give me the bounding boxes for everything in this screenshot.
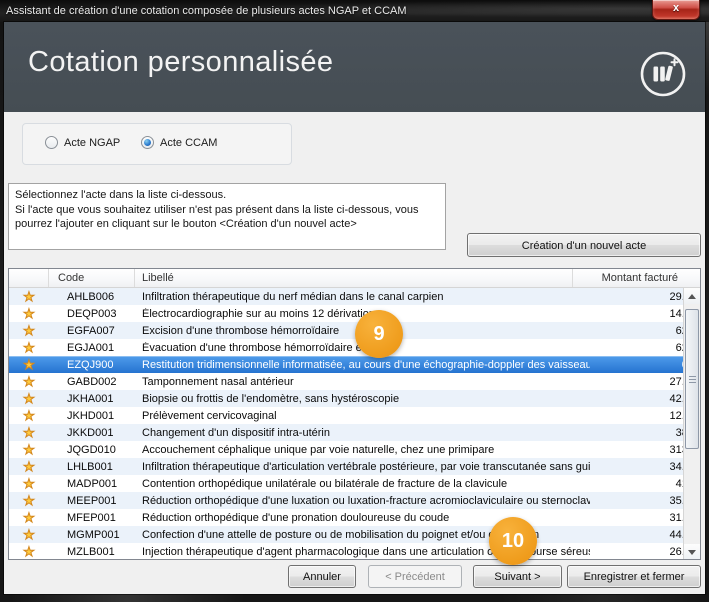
- table-row[interactable]: ★GABD002Tamponnement nasal antérieur27.7…: [9, 373, 700, 390]
- desktop-background: Assistant de création d'une cotation com…: [0, 0, 709, 602]
- favorite-star-icon[interactable]: ★: [9, 322, 49, 339]
- act-libelle: Prélèvement cervicovaginal: [135, 410, 590, 422]
- favorite-star-icon[interactable]: ★: [9, 373, 49, 390]
- table-row[interactable]: ★JKHD001Prélèvement cervicovaginal12.46: [9, 407, 700, 424]
- books-plus-icon: [639, 50, 687, 98]
- act-libelle: Tamponnement nasal antérieur: [135, 376, 590, 388]
- arrow-down-icon: [688, 550, 696, 555]
- act-code: AHLB006: [49, 291, 135, 303]
- table-header: Code Libellé Montant facturé: [9, 269, 700, 288]
- instructions-box: Sélectionnez l'acte dans la liste ci-des…: [8, 183, 446, 250]
- column-header-code[interactable]: Code: [49, 269, 135, 287]
- thumb-grip-icon: [689, 379, 696, 380]
- table-row[interactable]: ★MZLB001Injection thérapeutique d'agent …: [9, 543, 700, 560]
- table-row[interactable]: ★AHLB006Infiltration thérapeutique du ne…: [9, 288, 700, 305]
- act-libelle: Infiltration thérapeutique d'articulatio…: [135, 461, 590, 473]
- favorite-star-icon[interactable]: ★: [9, 356, 49, 373]
- table-row[interactable]: ★MADP001Contention orthopédique unilatér…: [9, 475, 700, 492]
- act-code: EGFA007: [49, 325, 135, 337]
- act-code: EGJA001: [49, 342, 135, 354]
- act-code: MADP001: [49, 478, 135, 490]
- favorite-star-icon[interactable]: ★: [9, 526, 49, 543]
- act-type-group: Acte NGAP Acte CCAM: [22, 123, 292, 165]
- dialog-body: Acte NGAP Acte CCAM Sélectionnez l'acte …: [4, 112, 705, 594]
- act-code: MEEP001: [49, 495, 135, 507]
- act-code: MFEP001: [49, 512, 135, 524]
- column-header-libelle[interactable]: Libellé: [135, 269, 573, 287]
- act-code: JKKD001: [49, 427, 135, 439]
- thumb-grip-icon: [689, 382, 696, 383]
- table-row[interactable]: ★MFEP001Réduction orthopédique d'une pro…: [9, 509, 700, 526]
- cancel-button[interactable]: Annuler: [288, 565, 356, 588]
- act-code: MGMP001: [49, 529, 135, 541]
- act-code: GABD002: [49, 376, 135, 388]
- table-row[interactable]: ★DEQP003Électrocardiographie sur au moin…: [9, 305, 700, 322]
- act-libelle: Restitution tridimensionnelle informatis…: [135, 359, 590, 371]
- table-row[interactable]: ★MEEP001Réduction orthopédique d'une lux…: [9, 492, 700, 509]
- instructions-line2: Si l'acte que vous souhaitez utiliser n'…: [15, 203, 439, 232]
- act-code: JQGD010: [49, 444, 135, 456]
- favorite-star-icon[interactable]: ★: [9, 305, 49, 322]
- table-row[interactable]: ★JQGD010Accouchement céphalique unique p…: [9, 441, 700, 458]
- radio-acte-ngap[interactable]: Acte NGAP: [45, 136, 120, 149]
- save-and-close-button[interactable]: Enregistrer et fermer: [567, 565, 701, 588]
- act-code: MZLB001: [49, 546, 135, 558]
- scrollbar-thumb[interactable]: [685, 309, 699, 449]
- scroll-down-button[interactable]: [684, 544, 700, 560]
- scroll-up-button[interactable]: [684, 288, 700, 304]
- favorite-star-icon[interactable]: ★: [9, 543, 49, 560]
- previous-button: < Précédent: [368, 565, 462, 588]
- dialog-header: Cotation personnalisée: [4, 22, 705, 112]
- table-row[interactable]: ★EZQJ900Restitution tridimensionnelle in…: [9, 356, 700, 373]
- radio-checked-icon[interactable]: [141, 136, 154, 149]
- act-libelle: Réduction orthopédique d'une luxation ou…: [135, 495, 590, 507]
- favorite-star-icon[interactable]: ★: [9, 492, 49, 509]
- favorite-star-icon[interactable]: ★: [9, 424, 49, 441]
- acts-table: Code Libellé Montant facturé ★AHLB006Inf…: [8, 268, 701, 560]
- table-row[interactable]: ★JKKD001Changement d'un dispositif intra…: [9, 424, 700, 441]
- annotation-badge-10: 10: [489, 517, 537, 565]
- act-code: LHLB001: [49, 461, 135, 473]
- table-row[interactable]: ★EGJA001Évacuation d'une thrombose hémor…: [9, 339, 700, 356]
- column-header-star[interactable]: [9, 269, 49, 287]
- vertical-scrollbar[interactable]: [683, 288, 700, 560]
- radio-acte-ccam-label: Acte CCAM: [160, 137, 217, 149]
- act-libelle: Contention orthopédique unilatérale ou b…: [135, 478, 590, 490]
- favorite-star-icon[interactable]: ★: [9, 339, 49, 356]
- page-title: Cotation personnalisée: [28, 46, 333, 79]
- close-button[interactable]: x: [652, 0, 700, 20]
- create-new-act-button[interactable]: Création d'un nouvel acte: [467, 233, 701, 257]
- favorite-star-icon[interactable]: ★: [9, 288, 49, 305]
- radio-unchecked-icon[interactable]: [45, 136, 58, 149]
- favorite-star-icon[interactable]: ★: [9, 390, 49, 407]
- arrow-up-icon: [688, 294, 696, 299]
- act-code: JKHD001: [49, 410, 135, 422]
- window-titlebar: Assistant de création d'une cotation com…: [0, 0, 709, 22]
- favorite-star-icon[interactable]: ★: [9, 475, 49, 492]
- table-row[interactable]: ★MGMP001Confection d'une attelle de post…: [9, 526, 700, 543]
- dialog-window: Cotation personnalisée Acte NGAP Acte CC…: [4, 22, 705, 594]
- act-libelle: Accouchement céphalique unique par voie …: [135, 444, 590, 456]
- act-code: EZQJ900: [49, 359, 135, 371]
- favorite-star-icon[interactable]: ★: [9, 441, 49, 458]
- radio-acte-ngap-label: Acte NGAP: [64, 137, 120, 149]
- favorite-star-icon[interactable]: ★: [9, 509, 49, 526]
- thumb-grip-icon: [689, 376, 696, 377]
- act-libelle: Changement d'un dispositif intra-utérin: [135, 427, 590, 439]
- window-title: Assistant de création d'une cotation com…: [6, 0, 407, 22]
- next-button[interactable]: Suivant >: [473, 565, 562, 588]
- act-code: JKHA001: [49, 393, 135, 405]
- table-row[interactable]: ★LHLB001Infiltration thérapeutique d'art…: [9, 458, 700, 475]
- annotation-badge-9: 9: [355, 310, 403, 358]
- act-libelle: Biopsie ou frottis de l'endomètre, sans …: [135, 393, 590, 405]
- favorite-star-icon[interactable]: ★: [9, 407, 49, 424]
- act-code: DEQP003: [49, 308, 135, 320]
- radio-acte-ccam[interactable]: Acte CCAM: [141, 136, 217, 149]
- table-row[interactable]: ★JKHA001Biopsie ou frottis de l'endomètr…: [9, 390, 700, 407]
- instructions-line1: Sélectionnez l'acte dans la liste ci-des…: [15, 188, 439, 203]
- favorite-star-icon[interactable]: ★: [9, 458, 49, 475]
- column-header-montant[interactable]: Montant facturé: [573, 269, 700, 287]
- act-libelle: Infiltration thérapeutique du nerf média…: [135, 291, 590, 303]
